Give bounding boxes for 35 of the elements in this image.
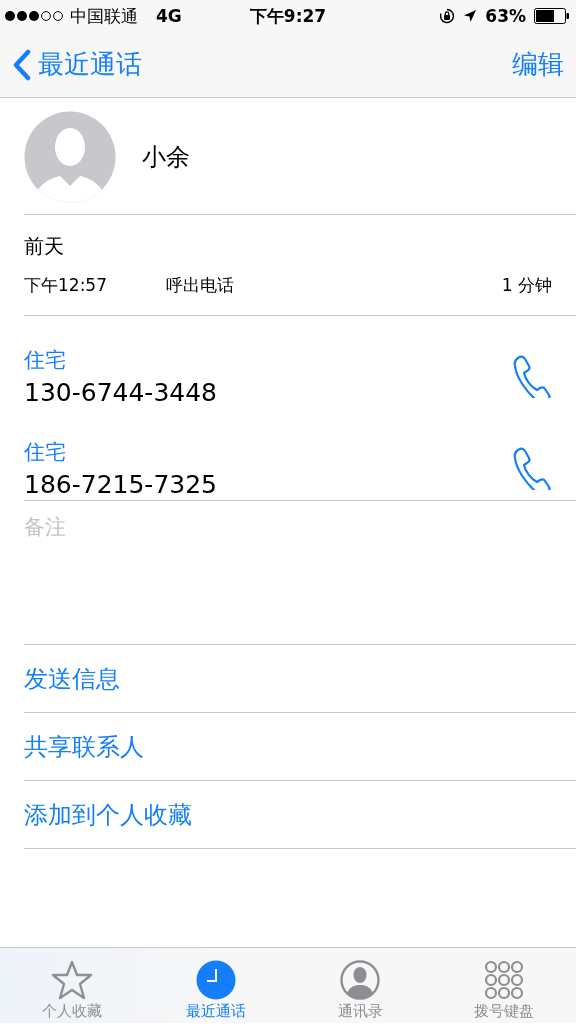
action-link[interactable]: 发送信息 <box>24 662 120 695</box>
tab-item[interactable]: 通讯录 <box>288 948 432 1023</box>
phone-label: 住宅 <box>24 438 67 466</box>
action-link[interactable]: 共享联系人 <box>24 730 144 763</box>
clock-icon <box>196 960 236 1000</box>
phone-label: 住宅 <box>24 346 67 374</box>
carrier-name: 中国联通 <box>70 4 138 28</box>
phone-number[interactable]: 186-7215-7325 <box>24 469 217 499</box>
call-time: 下午12:57 <box>24 274 108 297</box>
keypad-icon <box>484 960 524 1000</box>
network-type: 4G <box>156 6 182 26</box>
location-arrow-icon <box>463 9 478 23</box>
phone-number[interactable]: 130-6744-3448 <box>24 377 217 407</box>
battery-percentage: 63% <box>485 6 526 26</box>
avatar-icon <box>24 111 116 203</box>
contact-name: 小余 <box>142 142 190 173</box>
contact-icon <box>340 960 380 1000</box>
call-date: 前天 <box>24 233 65 260</box>
star-icon <box>51 960 93 1000</box>
battery-icon <box>534 8 570 24</box>
tab-item[interactable]: 个人收藏 <box>0 948 144 1023</box>
tab-item[interactable]: 最近通话 <box>144 948 288 1023</box>
edit-button[interactable]: 编辑 <box>512 47 564 82</box>
back-button[interactable]: 最近通话 <box>12 47 142 82</box>
call-type: 呼出电话 <box>166 275 234 295</box>
call-duration: 1 分钟 <box>501 274 552 297</box>
tab-item[interactable]: 拨号键盘 <box>432 948 576 1023</box>
rotation-lock-icon <box>439 8 456 24</box>
phone-call-icon[interactable] <box>512 354 552 398</box>
phone-call-icon[interactable] <box>512 446 552 490</box>
clock-time: 下午9:27 <box>249 5 327 26</box>
signal-icon <box>4 10 64 22</box>
notes-field[interactable]: 备注 <box>24 515 324 539</box>
back-chevron-icon <box>12 48 32 81</box>
action-link[interactable]: 添加到个人收藏 <box>24 798 192 831</box>
